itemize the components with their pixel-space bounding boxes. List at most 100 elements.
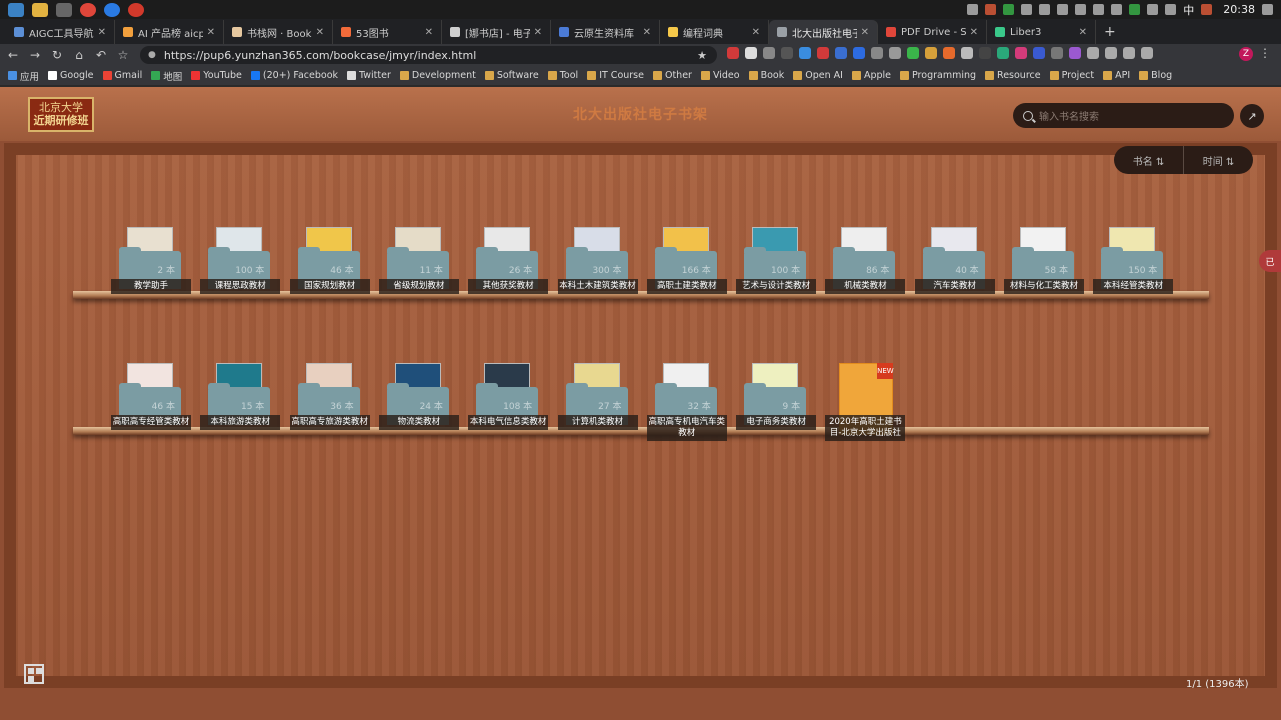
bookmark-item[interactable]: Software <box>484 70 539 81</box>
bookmark-star-icon[interactable]: ☆ <box>114 46 132 64</box>
reload-icon[interactable]: ↻ <box>48 46 66 64</box>
wechat-icon[interactable] <box>1003 4 1015 15</box>
browser-tab[interactable]: 编程词典 ✕ <box>660 20 769 44</box>
browser-tab[interactable]: [娜书店] - 电子书/ ✕ <box>442 20 551 44</box>
close-tab-icon[interactable]: ✕ <box>861 27 869 38</box>
browser-tab[interactable]: PDF Drive - Sear ✕ <box>878 20 987 44</box>
extension-icon[interactable] <box>1015 47 1027 59</box>
extension-icon[interactable] <box>925 47 937 59</box>
notification-icon[interactable] <box>1262 4 1273 15</box>
extension-icon[interactable] <box>889 47 901 59</box>
browser-tab[interactable]: 书栈网 · BookStac ✕ <box>224 20 333 44</box>
browser-tab[interactable]: 云原生资料库 ✕ <box>551 20 660 44</box>
share-icon[interactable]: ↗ <box>1240 104 1264 128</box>
extension-icon[interactable] <box>781 47 793 59</box>
address-bar[interactable]: ● https://pup6.yunzhan365.com/bookcase/j… <box>140 46 717 64</box>
bookmark-item[interactable]: Google <box>48 70 94 81</box>
profile-avatar[interactable]: Z <box>1239 47 1253 61</box>
side-pin-button[interactable]: 已 <box>1259 250 1281 272</box>
bookmark-item[interactable]: (20+) Facebook <box>250 70 338 81</box>
extension-icon[interactable] <box>1033 47 1045 59</box>
close-tab-icon[interactable]: ✕ <box>425 27 433 38</box>
extension-icon[interactable] <box>1051 47 1063 59</box>
bookmark-item[interactable]: Programming <box>900 70 976 81</box>
extension-icon[interactable] <box>871 47 883 59</box>
browser-icon[interactable] <box>104 2 120 17</box>
bookmark-item[interactable]: Video <box>700 70 740 81</box>
puzzle-icon[interactable] <box>1087 47 1099 59</box>
close-tab-icon[interactable]: ✕ <box>1079 27 1087 38</box>
bookmark-item[interactable]: Apple <box>851 70 891 81</box>
bookmark-item[interactable]: 地图 <box>151 69 182 83</box>
bookmark-item[interactable]: YouTube <box>191 70 242 81</box>
book-search-input[interactable]: 输入书名搜索 <box>1013 103 1234 128</box>
tray-icon[interactable] <box>1039 4 1051 15</box>
extension-icon[interactable] <box>763 47 775 59</box>
extension-icon[interactable] <box>997 47 1009 59</box>
close-tab-icon[interactable]: ✕ <box>98 27 106 38</box>
close-tab-icon[interactable]: ✕ <box>752 27 760 38</box>
browser-tab[interactable]: Liber3 ✕ <box>987 20 1096 44</box>
close-tab-icon[interactable]: ✕ <box>534 27 542 38</box>
volume-icon[interactable] <box>1165 4 1177 15</box>
extension-icon[interactable] <box>835 47 847 59</box>
crop-icon[interactable] <box>1105 47 1117 59</box>
app-icon[interactable] <box>56 2 72 17</box>
ppt-icon[interactable] <box>128 2 144 17</box>
browser-tab[interactable]: 北大出版社电子书 ✕ <box>769 20 878 44</box>
bookmark-item[interactable]: Open AI <box>793 70 843 81</box>
chrome-icon[interactable] <box>80 2 96 17</box>
tray-icon[interactable] <box>1021 4 1033 15</box>
back-icon[interactable]: ← <box>4 46 22 64</box>
ime-icon[interactable] <box>1201 4 1213 15</box>
new-tab-button[interactable]: + <box>1104 20 1116 44</box>
os-clock[interactable]: 20:38 <box>1223 3 1255 16</box>
download-icon[interactable] <box>1123 47 1135 59</box>
qr-code-icon[interactable] <box>24 664 44 684</box>
extension-icon[interactable] <box>799 47 811 59</box>
start-icon[interactable] <box>8 2 24 17</box>
sort-by-name-button[interactable]: 书名 ⇅ <box>1114 153 1183 168</box>
tray-icon[interactable] <box>1111 4 1123 15</box>
bookmark-item[interactable]: Twitter <box>347 70 391 81</box>
tray-icon[interactable] <box>967 4 979 15</box>
bookmark-item[interactable]: IT Course <box>587 70 644 81</box>
extension-icon[interactable] <box>853 47 865 59</box>
browser-tab[interactable]: AIGC工具导航 | 生 ✕ <box>6 20 115 44</box>
extension-icon[interactable] <box>727 47 739 59</box>
bookmark-item[interactable]: Blog <box>1139 70 1172 81</box>
star-icon[interactable]: ★ <box>697 49 707 62</box>
extension-icon[interactable] <box>907 47 919 59</box>
extension-icon[interactable] <box>979 47 991 59</box>
bookmark-item[interactable]: Gmail <box>102 70 142 81</box>
close-tab-icon[interactable]: ✕ <box>316 27 324 38</box>
bookmark-item[interactable]: Resource <box>985 70 1041 81</box>
close-tab-icon[interactable]: ✕ <box>207 27 215 38</box>
wifi-icon[interactable] <box>1147 4 1159 15</box>
browser-tab[interactable]: AI 产品榜 aicpb.c ✕ <box>115 20 224 44</box>
bookmark-item[interactable]: Project <box>1049 70 1094 81</box>
extension-icon[interactable] <box>1069 47 1081 59</box>
tray-icon[interactable] <box>985 4 997 15</box>
extension-icon[interactable] <box>817 47 829 59</box>
bookmark-item[interactable]: Book <box>748 70 784 81</box>
bluetooth-icon[interactable] <box>1093 4 1105 15</box>
tray-icon[interactable] <box>1075 4 1087 15</box>
battery-icon[interactable] <box>1129 4 1141 15</box>
bookmark-item[interactable]: API <box>1103 70 1130 81</box>
extension-icon[interactable] <box>943 47 955 59</box>
close-tab-icon[interactable]: ✕ <box>970 27 978 38</box>
tray-icon[interactable] <box>1057 4 1069 15</box>
bookmark-item[interactable]: Other <box>652 70 692 81</box>
browser-tab[interactable]: 53图书 ✕ <box>333 20 442 44</box>
extension-icon[interactable] <box>745 47 757 59</box>
menu-icon[interactable]: ⋮ <box>1259 46 1271 60</box>
close-tab-icon[interactable]: ✕ <box>643 27 651 38</box>
input-language[interactable]: 中 <box>1183 2 1194 18</box>
bookmark-item[interactable]: Development <box>399 70 476 81</box>
sidepanel-icon[interactable] <box>1141 47 1153 59</box>
explorer-icon[interactable] <box>32 2 48 17</box>
undo-icon[interactable]: ↶ <box>92 46 110 64</box>
extension-icon[interactable] <box>961 47 973 59</box>
forward-icon[interactable]: → <box>26 46 44 64</box>
